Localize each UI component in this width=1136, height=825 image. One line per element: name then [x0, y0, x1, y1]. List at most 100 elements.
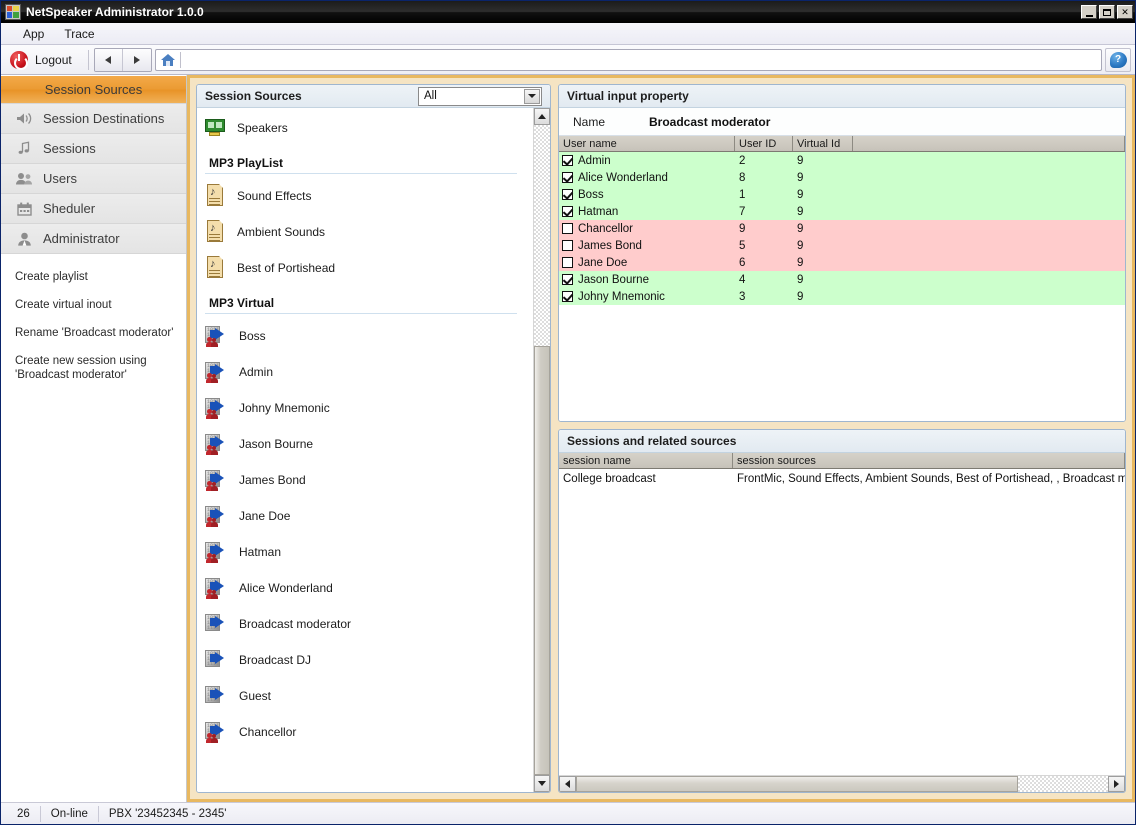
cell-virtual-id: 9 — [797, 188, 804, 201]
virtual-user-icon: 101110001110 — [205, 541, 229, 563]
row-checkbox[interactable] — [562, 223, 573, 234]
group-divider — [205, 173, 517, 174]
scroll-track[interactable] — [576, 776, 1108, 792]
row-checkbox[interactable] — [562, 189, 573, 200]
link-create-new-session[interactable]: Create new session using 'Broadcast mode… — [15, 354, 174, 382]
session-sources-list[interactable]: Speakers MP3 PlayList ♪ Sound Effects ♪ … — [197, 108, 533, 792]
list-item[interactable]: ♪ Sound Effects — [197, 178, 533, 214]
sidebar-item-administrator[interactable]: Administrator — [1, 224, 186, 254]
sessions-grid-header: session name session sources — [559, 453, 1125, 469]
sidebar-active-label: Session Sources — [44, 82, 143, 97]
session-sources-title: Session Sources — [205, 89, 302, 103]
cell-user-name: Boss — [578, 188, 604, 201]
table-row[interactable]: Hatman 7 9 — [559, 203, 1125, 220]
row-checkbox[interactable] — [562, 257, 573, 268]
sessions-horizontal-scrollbar[interactable] — [559, 775, 1125, 792]
list-item[interactable]: 101110001110 Hatman — [197, 534, 533, 570]
list-item[interactable]: ♪ Ambient Sounds — [197, 214, 533, 250]
row-checkbox[interactable] — [562, 172, 573, 183]
row-checkbox[interactable] — [562, 291, 573, 302]
help-button[interactable]: ? — [1105, 47, 1131, 72]
list-item[interactable]: 101110001110 Boss — [197, 318, 533, 354]
cell-user-id: 3 — [739, 290, 746, 303]
list-item[interactable]: Speakers — [197, 110, 533, 146]
cell-user-name: Johny Mnemonic — [578, 290, 665, 303]
status-count: 26 — [7, 805, 41, 822]
table-row[interactable]: James Bond 5 9 — [559, 237, 1125, 254]
list-item[interactable]: 101110001110 Johny Mnemonic — [197, 390, 533, 426]
list-item[interactable]: 101110001110 Admin — [197, 354, 533, 390]
scroll-down-button[interactable] — [534, 775, 550, 792]
body-area: Session Sources Session Destinations Ses… — [1, 75, 1135, 802]
table-row[interactable]: Jason Bourne 4 9 — [559, 271, 1125, 288]
sidebar-item-session-sources[interactable]: Session Sources — [1, 76, 186, 104]
row-checkbox[interactable] — [562, 274, 573, 285]
status-bar: 26 On-line PBX '23452345 - 2345' — [1, 802, 1135, 824]
link-create-virtual-input[interactable]: Create virtual inout — [15, 298, 174, 312]
sidebar-item-sessions[interactable]: Sessions — [1, 134, 186, 164]
virtual-user-icon: 101110001110 — [205, 469, 229, 491]
back-button[interactable] — [94, 48, 123, 71]
scroll-right-button[interactable] — [1108, 776, 1125, 792]
address-bar[interactable] — [154, 48, 1102, 71]
list-item[interactable]: 101110001110 Broadcast DJ — [197, 642, 533, 678]
forward-button[interactable] — [122, 48, 151, 71]
home-icon[interactable] — [160, 53, 176, 67]
column-header-user-id[interactable]: User ID — [735, 136, 793, 151]
link-rename-source[interactable]: Rename 'Broadcast moderator' — [15, 326, 174, 340]
column-header-session-sources[interactable]: session sources — [733, 453, 1125, 468]
list-item[interactable]: 101110001110 Chancellor — [197, 714, 533, 750]
power-icon — [10, 50, 28, 70]
row-checkbox[interactable] — [562, 206, 573, 217]
cell-user-name: Jason Bourne — [578, 273, 649, 286]
maximize-button[interactable] — [1099, 5, 1115, 19]
close-button[interactable]: ✕ — [1117, 5, 1133, 19]
column-header-session-name[interactable]: session name — [559, 453, 733, 468]
sidebar-item-label: Users — [43, 171, 77, 186]
title-bar: NetSpeaker Administrator 1.0.0 ✕ — [1, 1, 1135, 23]
table-row[interactable]: Jane Doe 6 9 — [559, 254, 1125, 271]
table-row[interactable]: Chancellor 9 9 — [559, 220, 1125, 237]
table-row[interactable]: Johny Mnemonic 3 9 — [559, 288, 1125, 305]
list-item[interactable]: 101110001110 Jane Doe — [197, 498, 533, 534]
list-item-label: James Bond — [239, 473, 306, 487]
cell-user-name: Jane Doe — [578, 256, 628, 269]
list-item[interactable]: 101110001110 Alice Wonderland — [197, 570, 533, 606]
list-item[interactable]: ♪ Best of Portishead — [197, 250, 533, 286]
column-header-user-name[interactable]: User name — [559, 136, 735, 151]
address-input[interactable] — [184, 50, 1101, 69]
link-create-playlist[interactable]: Create playlist — [15, 270, 174, 284]
table-row[interactable]: Boss 1 9 — [559, 186, 1125, 203]
scroll-thumb[interactable] — [576, 776, 1018, 792]
group-header-mp3-playlist: MP3 PlayList — [209, 156, 284, 170]
scroll-up-button[interactable] — [534, 108, 550, 125]
minimize-button[interactable] — [1081, 5, 1097, 19]
menu-item-trace[interactable]: Trace — [54, 25, 104, 43]
scroll-left-button[interactable] — [559, 776, 576, 792]
group-divider — [205, 313, 517, 314]
table-row[interactable]: College broadcast FrontMic, Sound Effect… — [559, 469, 1125, 488]
scroll-track[interactable] — [534, 125, 550, 775]
sidebar-item-users[interactable]: Users — [1, 164, 186, 194]
table-row[interactable]: Alice Wonderland 8 9 — [559, 169, 1125, 186]
row-checkbox[interactable] — [562, 155, 573, 166]
users-grid-header: User name User ID Virtual Id — [559, 136, 1125, 152]
menu-item-app[interactable]: App — [13, 25, 54, 43]
chevron-down-icon[interactable] — [524, 88, 540, 104]
list-item[interactable]: 101110001110 Broadcast moderator — [197, 606, 533, 642]
sidebar-item-session-destinations[interactable]: Session Destinations — [1, 104, 186, 134]
logout-button[interactable]: Logout — [5, 48, 83, 72]
sources-vertical-scrollbar[interactable] — [533, 108, 550, 792]
music-document-icon: ♪ — [205, 184, 227, 208]
list-item[interactable]: 101110001110 Jason Bourne — [197, 426, 533, 462]
virtual-input-icon: 101110001110 — [205, 613, 229, 635]
list-item[interactable]: 101110001110 James Bond — [197, 462, 533, 498]
column-header-virtual-id[interactable]: Virtual Id — [793, 136, 853, 151]
sidebar-item-sheduler[interactable]: Sheduler — [1, 194, 186, 224]
row-checkbox[interactable] — [562, 240, 573, 251]
table-row[interactable]: Admin 2 9 — [559, 152, 1125, 169]
help-icon: ? — [1109, 51, 1127, 68]
scroll-thumb[interactable] — [534, 346, 550, 775]
list-item[interactable]: 101110001110 Guest — [197, 678, 533, 714]
source-filter-dropdown[interactable]: All — [418, 86, 542, 106]
